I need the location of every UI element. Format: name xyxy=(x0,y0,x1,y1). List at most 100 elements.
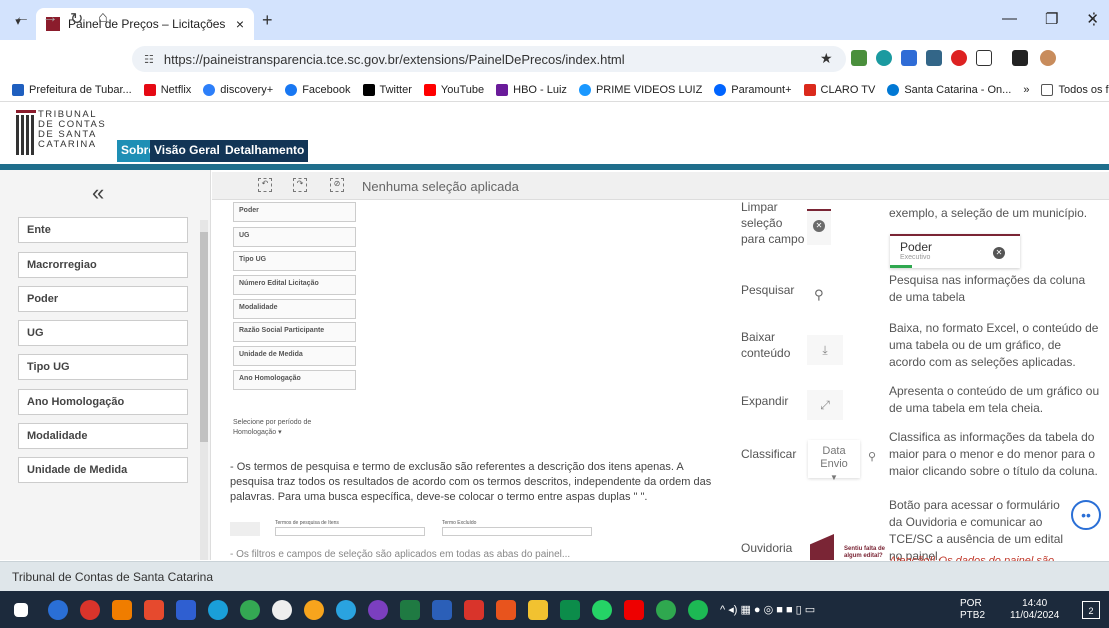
system-tray-icons[interactable]: ^ ◂) ▦ ● ◎ ■ ■ ▯ ▭ xyxy=(720,603,815,616)
step-forward-icon[interactable]: ↷ xyxy=(293,178,307,192)
spotify-icon[interactable] xyxy=(688,600,708,620)
selection-status: Nenhuma seleção aplicada xyxy=(362,179,519,194)
extension-icon[interactable] xyxy=(926,50,942,66)
bookmark-item[interactable]: Facebook xyxy=(285,83,351,96)
example-field: Unidade de Medida xyxy=(233,346,356,366)
bookmark-item[interactable]: discovery+ xyxy=(203,83,273,96)
filter-ente[interactable]: Ente xyxy=(18,217,188,243)
app-icon[interactable] xyxy=(112,600,132,620)
language-indicator[interactable]: POR PTB2 xyxy=(960,598,985,622)
extension-icon[interactable] xyxy=(851,50,867,66)
extension-icon[interactable] xyxy=(901,50,917,66)
filter-unidade-medida[interactable]: Unidade de Medida xyxy=(18,457,188,483)
telegram-icon[interactable] xyxy=(336,600,356,620)
chrome-icon[interactable] xyxy=(240,600,260,620)
bookmark-item[interactable]: Twitter xyxy=(362,83,412,96)
app-icon[interactable] xyxy=(368,600,388,620)
app-icon[interactable] xyxy=(656,600,676,620)
mail-icon[interactable] xyxy=(80,600,100,620)
bookmark-item[interactable]: CLARO TV xyxy=(803,83,875,96)
pdf-icon[interactable] xyxy=(464,600,484,620)
tab-close-icon[interactable]: × xyxy=(236,16,244,32)
help-label-classificar: Classificar xyxy=(741,447,797,461)
clear-selections-icon[interactable]: ⊘ xyxy=(330,178,344,192)
example-logo xyxy=(230,522,260,536)
clock[interactable]: 14:40 11/04/2024 xyxy=(1010,598,1059,622)
zoom-icon[interactable] xyxy=(48,600,68,620)
bookmark-item[interactable]: Prefeitura de Tubar... xyxy=(12,83,132,96)
filter-modalidade[interactable]: Modalidade xyxy=(18,423,188,449)
whatsapp-icon[interactable] xyxy=(592,600,612,620)
start-icon[interactable] xyxy=(14,603,28,617)
megaphone-icon xyxy=(810,534,834,560)
search-fields-example: Termos de pesquisa de Itens Termo Excluí… xyxy=(230,520,715,540)
sort-column-example: Data Envio ▼ xyxy=(808,440,860,482)
youtube-icon[interactable] xyxy=(624,600,644,620)
site-info-icon[interactable]: ☷ xyxy=(144,53,154,66)
app-icon[interactable] xyxy=(176,600,196,620)
browser-tab[interactable]: Painel de Preços – Licitações × xyxy=(36,8,254,40)
example-field: Número Edital Licitação xyxy=(233,275,356,295)
all-bookmarks-folder[interactable]: Todos os favoritos xyxy=(1041,83,1109,96)
filter-ug[interactable]: UG xyxy=(18,320,188,346)
bookmark-star-icon[interactable]: ★ xyxy=(820,50,833,67)
help-label-ouvidoria: Ouvidoria xyxy=(741,541,793,555)
bookmark-item[interactable]: Santa Catarina - On... xyxy=(887,83,1011,96)
search-icon: ⚲ xyxy=(814,287,824,302)
notification-icon[interactable]: 2 xyxy=(1082,601,1100,619)
example-exclude-input xyxy=(442,527,592,536)
ouvidoria-note: Sentiu falta de algum edital? xyxy=(844,546,886,559)
extension-icon[interactable] xyxy=(951,50,967,66)
firefox-icon[interactable] xyxy=(304,600,324,620)
help-label-expandir: Expandir xyxy=(741,394,789,408)
bookmark-item[interactable]: Netflix xyxy=(143,83,191,96)
app-icon[interactable] xyxy=(560,600,580,620)
help-desc-baixar: Baixa, no formato Excel, o conteúdo de u… xyxy=(889,321,1099,369)
collapse-panel-icon[interactable]: « xyxy=(92,180,104,206)
filter-macrorregiao[interactable]: Macrorregiao xyxy=(18,252,188,278)
new-tab-button[interactable]: + xyxy=(262,10,273,31)
file-explorer-icon[interactable] xyxy=(528,600,548,620)
help-label-limpar: Limpar seleção para campo xyxy=(741,200,805,246)
bookmarks-overflow[interactable]: » xyxy=(1023,84,1029,96)
extensions-puzzle-icon[interactable] xyxy=(976,50,992,66)
app-icon[interactable] xyxy=(144,600,164,620)
example-search-input xyxy=(275,527,425,536)
home-icon[interactable]: ⌂ xyxy=(98,9,108,27)
reload-icon[interactable]: ↻ xyxy=(70,9,83,29)
filter-poder[interactable]: Poder xyxy=(18,286,188,312)
bookmark-item[interactable]: Paramount+ xyxy=(714,83,792,96)
example-field: Poder xyxy=(233,202,356,222)
example-field: Tipo UG xyxy=(233,251,356,271)
bookmark-item[interactable]: HBO - Luiz xyxy=(496,83,567,96)
menu-icon[interactable]: ⋮ xyxy=(1086,9,1102,29)
tab-detalhamento[interactable]: Detalhamento xyxy=(221,140,309,162)
filter-scrollbar-thumb[interactable] xyxy=(200,232,208,442)
filter-tipo-ug[interactable]: Tipo UG xyxy=(18,354,188,380)
side-panel-icon[interactable] xyxy=(1012,50,1028,66)
profile-avatar[interactable] xyxy=(1040,50,1056,66)
tab-visao-geral[interactable]: Visão Geral xyxy=(150,140,224,162)
restore-icon[interactable]: ❐ xyxy=(1045,10,1058,28)
address-bar[interactable]: ☷ https://paineistransparencia.tce.sc.go… xyxy=(132,46,846,72)
windows-taskbar xyxy=(0,591,1109,628)
help-label-baixar: Baixar conteúdo xyxy=(741,330,791,360)
excel-icon[interactable] xyxy=(400,600,420,620)
help-desc-limpar: exemplo, a seleção de um município. xyxy=(889,206,1088,220)
bookmark-item[interactable]: PRIME VIDEOS LUIZ xyxy=(578,83,702,96)
chat-assistant-icon[interactable]: •• xyxy=(1071,500,1101,530)
search-icon: ⚲ xyxy=(868,451,877,463)
minimize-icon[interactable]: — xyxy=(1002,10,1017,28)
bookmark-item[interactable]: YouTube xyxy=(423,83,484,96)
word-icon[interactable] xyxy=(432,600,452,620)
back-icon[interactable]: ← xyxy=(14,9,30,27)
forward-icon[interactable]: → xyxy=(42,9,58,27)
edge-icon[interactable] xyxy=(208,600,228,620)
extension-icon[interactable] xyxy=(876,50,892,66)
app-icon[interactable] xyxy=(496,600,516,620)
filter-ano-homologacao[interactable]: Ano Homologação xyxy=(18,389,188,415)
app-icon[interactable] xyxy=(272,600,292,620)
example-label: Termos de pesquisa de Itens xyxy=(275,520,339,526)
step-back-icon[interactable]: ↶ xyxy=(258,178,272,192)
ouvidoria-button[interactable]: Sentiu falta de algum edital? xyxy=(806,530,886,560)
